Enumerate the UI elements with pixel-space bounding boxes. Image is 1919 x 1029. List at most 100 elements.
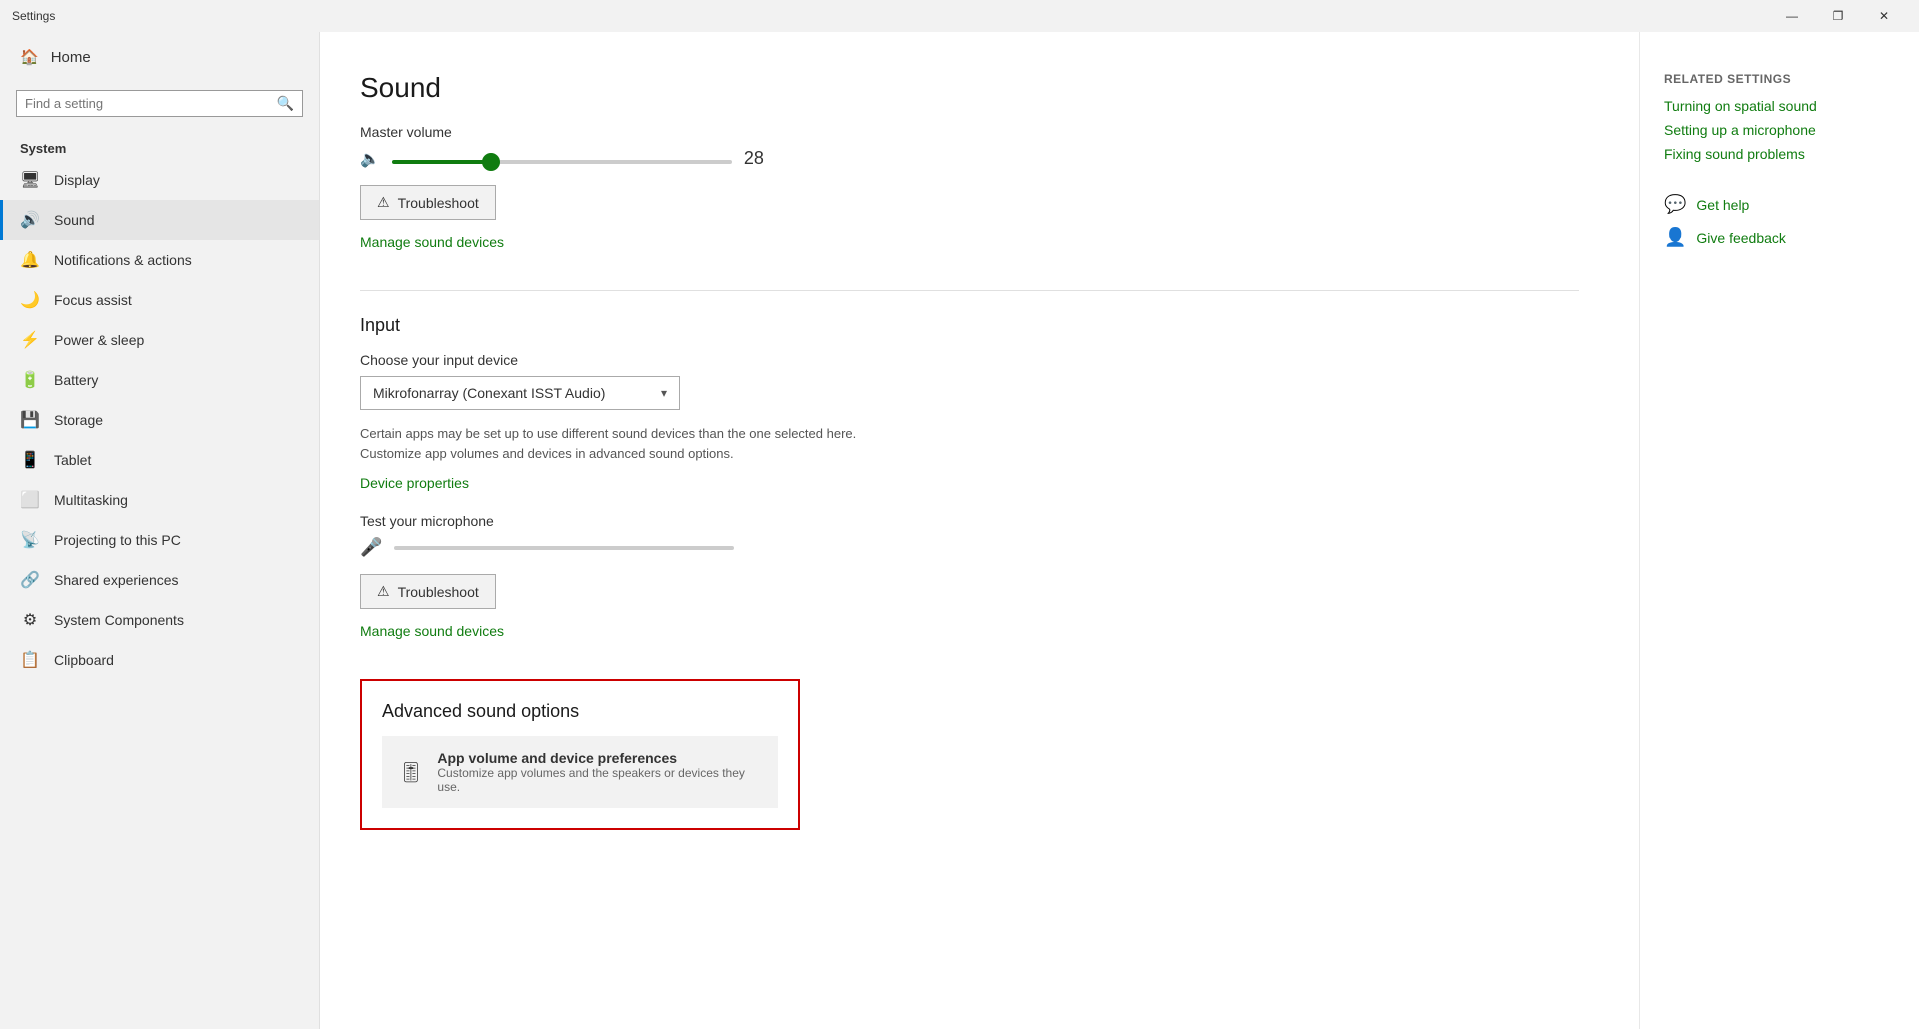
volume-slider[interactable] — [392, 160, 732, 164]
volume-row: 🔈 28 — [360, 148, 1579, 169]
manage-sound-devices-link[interactable]: Manage sound devices — [360, 234, 504, 250]
setup-microphone-link[interactable]: Setting up a microphone — [1664, 122, 1895, 138]
sidebar-item-label: Tablet — [54, 452, 91, 468]
display-icon: 🖥 — [20, 170, 40, 190]
sidebar-item-battery[interactable]: 🔋 Battery — [0, 360, 319, 400]
sidebar-item-label: System Components — [54, 612, 184, 628]
equalizer-icon: 🎚 — [398, 760, 423, 785]
window-controls: — ❐ ✕ — [1769, 0, 1907, 32]
right-sidebar: Related Settings Turning on spatial soun… — [1639, 32, 1919, 1029]
shared-icon: 🔗 — [20, 570, 40, 590]
troubleshoot-label: Troubleshoot — [398, 195, 479, 211]
storage-icon: 💾 — [20, 410, 40, 430]
notifications-icon: 🔔 — [20, 250, 40, 270]
warning-icon: ⚠ — [377, 583, 390, 600]
search-input[interactable] — [25, 96, 277, 111]
input-section: Input Choose your input device Mikrofona… — [360, 315, 1579, 647]
home-label: Home — [51, 49, 91, 66]
home-icon: 🏠 — [20, 48, 39, 66]
app-window: 🏠 Home 🔍 System 🖥 Display 🔊 Sound 🔔 Noti… — [0, 0, 1919, 1029]
sidebar-item-display[interactable]: 🖥 Display — [0, 160, 319, 200]
chevron-down-icon: ▾ — [661, 386, 667, 400]
sidebar-item-label: Storage — [54, 412, 103, 428]
output-troubleshoot-button[interactable]: ⚠ Troubleshoot — [360, 185, 496, 220]
minimize-button[interactable]: — — [1769, 0, 1815, 32]
main-content: Sound Master volume 🔈 28 ⚠ Troubleshoot … — [320, 32, 1639, 1029]
search-box: 🔍 — [16, 90, 303, 117]
sidebar-item-clipboard[interactable]: 📋 Clipboard — [0, 640, 319, 680]
give-feedback-link[interactable]: Give feedback — [1696, 230, 1786, 246]
master-volume-label: Master volume — [360, 124, 1579, 140]
sidebar-item-focus[interactable]: 🌙 Focus assist — [0, 280, 319, 320]
sidebar-item-power[interactable]: ⚡ Power & sleep — [0, 320, 319, 360]
device-info-text: Certain apps may be set up to use differ… — [360, 424, 860, 463]
test-mic-label: Test your microphone — [360, 513, 1579, 529]
help-section: 💬 Get help 👤 Give feedback — [1664, 194, 1895, 248]
sidebar-item-label: Projecting to this PC — [54, 532, 181, 548]
sidebar-item-label: Sound — [54, 212, 94, 228]
device-properties-link[interactable]: Device properties — [360, 475, 469, 491]
input-device-dropdown[interactable]: Mikrofonarray (Conexant ISST Audio) ▾ — [360, 376, 680, 410]
close-button[interactable]: ✕ — [1861, 0, 1907, 32]
sidebar-item-projecting[interactable]: 📡 Projecting to this PC — [0, 520, 319, 560]
microphone-icon: 🎤 — [360, 537, 382, 558]
advanced-sound-options-box: Advanced sound options 🎚 App volume and … — [360, 679, 800, 830]
fix-sound-link[interactable]: Fixing sound problems — [1664, 146, 1895, 162]
maximize-button[interactable]: ❐ — [1815, 0, 1861, 32]
volume-value: 28 — [744, 148, 774, 169]
battery-icon: 🔋 — [20, 370, 40, 390]
sidebar-item-storage[interactable]: 💾 Storage — [0, 400, 319, 440]
get-help-item[interactable]: 💬 Get help — [1664, 194, 1895, 215]
multitasking-icon: ⬜ — [20, 490, 40, 510]
sidebar-item-label: Display — [54, 172, 100, 188]
get-help-link[interactable]: Get help — [1696, 197, 1749, 213]
sidebar-item-label: Power & sleep — [54, 332, 144, 348]
advanced-item-title: App volume and device preferences — [437, 750, 762, 766]
advanced-item-desc: Customize app volumes and the speakers o… — [437, 766, 762, 794]
projecting-icon: 📡 — [20, 530, 40, 550]
sound-icon: 🔊 — [20, 210, 40, 230]
feedback-item[interactable]: 👤 Give feedback — [1664, 227, 1895, 248]
choose-device-label: Choose your input device — [360, 352, 1579, 368]
mic-level-bar — [394, 546, 734, 550]
device-value: Mikrofonarray (Conexant ISST Audio) — [373, 385, 605, 401]
advanced-item-content: App volume and device preferences Custom… — [437, 750, 762, 794]
sidebar-item-label: Notifications & actions — [54, 252, 192, 268]
sidebar-item-label: Shared experiences — [54, 572, 179, 588]
sidebar-item-shared[interactable]: 🔗 Shared experiences — [0, 560, 319, 600]
input-troubleshoot-button[interactable]: ⚠ Troubleshoot — [360, 574, 496, 609]
section-divider — [360, 290, 1579, 291]
app-volume-preferences-item[interactable]: 🎚 App volume and device preferences Cust… — [382, 736, 778, 808]
feedback-icon: 👤 — [1664, 227, 1686, 248]
tablet-icon: 📱 — [20, 450, 40, 470]
sidebar-item-multitasking[interactable]: ⬜ Multitasking — [0, 480, 319, 520]
sidebar-item-label: Clipboard — [54, 652, 114, 668]
output-section: Master volume 🔈 28 ⚠ Troubleshoot Manage… — [360, 124, 1579, 258]
sidebar-item-label: Multitasking — [54, 492, 128, 508]
search-button[interactable]: 🔍 — [277, 95, 294, 112]
sidebar-item-components[interactable]: ⚙ System Components — [0, 600, 319, 640]
sidebar-item-notifications[interactable]: 🔔 Notifications & actions — [0, 240, 319, 280]
spatial-sound-link[interactable]: Turning on spatial sound — [1664, 98, 1895, 114]
page-title: Sound — [360, 72, 1579, 104]
sidebar-section-label: System — [0, 133, 319, 160]
power-icon: ⚡ — [20, 330, 40, 350]
advanced-title: Advanced sound options — [382, 701, 778, 722]
sidebar: 🏠 Home 🔍 System 🖥 Display 🔊 Sound 🔔 Noti… — [0, 32, 320, 1029]
manage-sound-devices-link-2[interactable]: Manage sound devices — [360, 623, 504, 639]
sidebar-item-home[interactable]: 🏠 Home — [0, 32, 319, 82]
related-settings-title: Related Settings — [1664, 72, 1895, 86]
sidebar-item-label: Focus assist — [54, 292, 132, 308]
app-title: Settings — [12, 9, 1769, 23]
sidebar-item-label: Battery — [54, 372, 98, 388]
clipboard-icon: 📋 — [20, 650, 40, 670]
titlebar: Settings — ❐ ✕ — [0, 0, 1919, 32]
components-icon: ⚙ — [20, 610, 40, 630]
input-section-title: Input — [360, 315, 1579, 336]
sidebar-item-sound[interactable]: 🔊 Sound — [0, 200, 319, 240]
troubleshoot-label: Troubleshoot — [398, 584, 479, 600]
warning-icon: ⚠ — [377, 194, 390, 211]
focus-icon: 🌙 — [20, 290, 40, 310]
sidebar-item-tablet[interactable]: 📱 Tablet — [0, 440, 319, 480]
mic-test-row: 🎤 — [360, 537, 1579, 558]
